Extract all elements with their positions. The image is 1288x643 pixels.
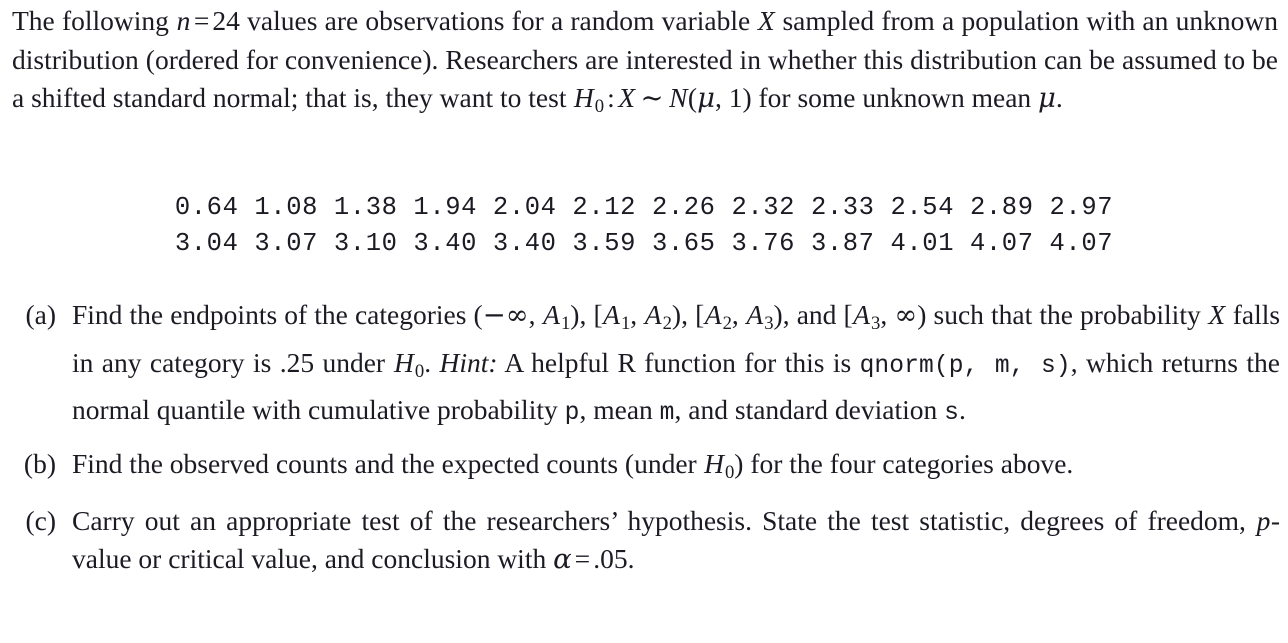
colon-separator: : <box>607 82 615 113</box>
interval-4-comma: , <box>880 299 888 330</box>
variable-n: n <box>176 5 191 36</box>
interval-3-open: [ <box>695 299 705 330</box>
part-a-text-5: . <box>424 346 440 378</box>
mu-mean: μ <box>1038 82 1056 114</box>
qnorm-function-code: qnorm(p, m, s) <box>859 352 1071 380</box>
code-arg-p: p <box>564 400 580 428</box>
alpha-value: .05 <box>593 543 628 575</box>
variance-value: 1 <box>728 82 743 113</box>
intro-text-part-1: The following <box>12 5 177 36</box>
normal-distribution-N: N <box>669 82 688 113</box>
part-a-text-10: . <box>959 394 966 426</box>
intro-text-part-2: values are observations for a random var… <box>239 5 758 36</box>
intro-paragraph: The following n = 24 values are observatio… <box>8 2 1280 127</box>
endpoint-A2: A <box>644 299 662 330</box>
interval-3-comma: , <box>731 299 739 330</box>
part-a-text-9: , and standard deviation <box>674 394 945 426</box>
problem-part-b: (b) Find the observed counts and the exp… <box>8 445 1280 493</box>
endpoint-A2-subscript: 2 <box>662 313 672 335</box>
part-c-text-3: . <box>627 543 635 575</box>
data-row-1: 0.64 1.08 1.38 1.94 2.04 2.12 2.26 2.32 … <box>174 193 1114 222</box>
part-a-text-2: such that the probability <box>926 299 1208 330</box>
endpoint-A3-subscript: 3 <box>764 313 774 335</box>
endpoint-A2-b: A <box>704 299 722 330</box>
data-row-2: 3.04 3.07 3.10 3.40 3.40 3.59 3.65 3.76 … <box>174 229 1114 258</box>
problem-part-a: (a) Find the endpoints of the categories… <box>8 296 1280 434</box>
sample-size-value: 24 <box>212 5 240 36</box>
negative-infinity-icon: −∞ <box>482 299 529 331</box>
equals-sign: = <box>193 5 210 36</box>
code-arg-m: m <box>659 400 675 428</box>
endpoint-A2-b-subscript: 2 <box>722 313 732 335</box>
data-values-block: 0.64 1.08 1.38 1.94 2.04 2.12 2.26 2.32 … <box>0 190 1288 262</box>
intro-text-part-4: for some unknown mean <box>751 82 1039 113</box>
hypothesis-subscript-part-a: 0 <box>414 360 425 382</box>
interval-sep-2: , <box>681 299 688 330</box>
endpoint-A1-subscript: 1 <box>560 313 571 335</box>
part-a-text-4: under <box>314 346 394 378</box>
part-b-text-2: ) for the four categories above. <box>734 447 1074 479</box>
interval-1-comma: , <box>528 299 536 330</box>
endpoint-A3-b: A <box>853 299 870 330</box>
document-page: The following n = 24 values are observatio… <box>0 0 1288 643</box>
code-arg-s: s <box>944 400 959 428</box>
infinity-icon: ∞ <box>894 299 918 331</box>
part-b-body: Find the observed counts and the expecte… <box>72 445 1280 493</box>
intro-period: . <box>1055 82 1063 113</box>
endpoint-A3-b-subscript: 3 <box>870 313 881 335</box>
alpha-equals-sign: = <box>574 543 591 575</box>
interval-2-open: [ <box>593 299 603 330</box>
part-a-text-8: , mean <box>579 394 660 426</box>
interval-2-comma: , <box>630 299 638 330</box>
part-a-text-1: Find the endpoints of the categories <box>72 299 474 330</box>
variable-X: X <box>757 5 775 36</box>
part-b-text-1: Find the observed counts and the expecte… <box>72 447 704 479</box>
hint-label: Hint: <box>439 346 498 378</box>
paren-close: ) <box>742 82 752 113</box>
endpoint-A3: A <box>746 299 764 330</box>
paren-open: ( <box>687 82 698 113</box>
endpoint-A1: A <box>543 299 560 330</box>
category-probability-value: .25 <box>279 346 315 378</box>
interval-sep-1: , <box>579 299 587 330</box>
distributed-as-icon: ∼ <box>640 82 664 114</box>
hypothesis-subscript-part-b: 0 <box>724 462 735 484</box>
part-c-label: (c) <box>25 504 56 536</box>
interval-3-close: ) <box>773 299 783 330</box>
problem-parts-list: (a) Find the endpoints of the categories… <box>8 296 1280 590</box>
interval-and-conjunction: , and <box>782 299 844 330</box>
part-a-text-6: A helpful R function for this is <box>497 346 860 378</box>
p-value-variable: p <box>1256 504 1271 536</box>
part-c-text-1: Carry out an appropriate test of the res… <box>72 504 1257 536</box>
part-a-label: (a) <box>25 299 56 330</box>
hypothesis-H: H <box>573 82 594 113</box>
hypothesis-H-part-a: H <box>393 346 414 378</box>
part-b-label: (b) <box>23 447 56 479</box>
interval-1-open: ( <box>473 299 483 330</box>
mu-parameter: μ <box>697 82 715 114</box>
variable-X-hypothesis: X <box>618 82 636 113</box>
endpoint-A1-b-subscript: 1 <box>620 313 631 335</box>
problem-part-c: (c) Carry out an appropriate test of the… <box>8 502 1280 579</box>
interval-4-open: [ <box>843 299 853 330</box>
alpha-symbol: α <box>553 543 572 576</box>
variable-X-part-a: X <box>1208 299 1226 330</box>
part-c-body: Carry out an appropriate test of the res… <box>72 502 1280 579</box>
hypothesis-H-part-b: H <box>704 447 724 479</box>
part-a-body: Find the endpoints of the categories (−∞… <box>72 296 1280 434</box>
endpoint-A1-b: A <box>603 299 620 330</box>
interval-2-close: ) <box>671 299 682 330</box>
hypothesis-subscript-0: 0 <box>594 96 605 118</box>
comma-separator: , <box>714 82 722 113</box>
